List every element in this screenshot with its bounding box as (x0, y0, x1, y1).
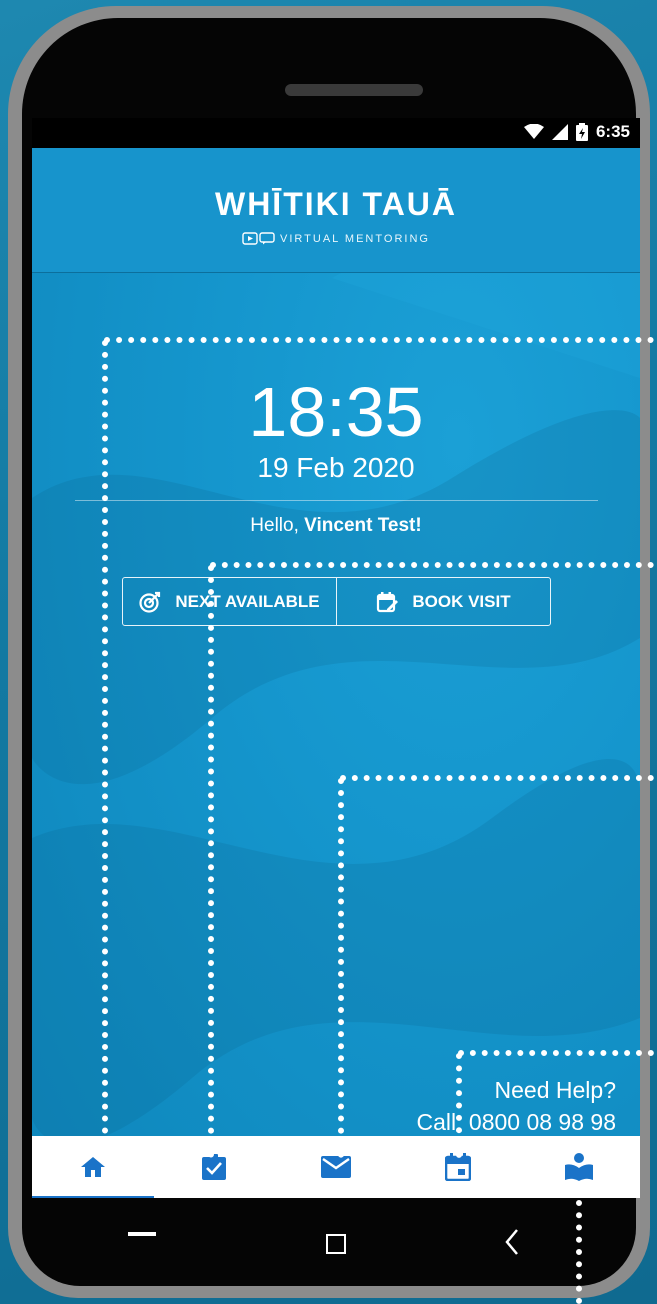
annotation-line (208, 565, 214, 1158)
recents-button[interactable] (128, 1232, 156, 1236)
clock-time: 18:35 (248, 373, 424, 451)
calendar-edit-icon (377, 591, 399, 612)
target-icon (139, 591, 161, 613)
battery-icon (575, 123, 588, 141)
annotation-line (338, 778, 344, 1158)
bottom-navigation (32, 1136, 640, 1198)
system-navigation-bar (32, 1198, 640, 1288)
app-screen: 6:35 WHĪTIKI TAUĀ VIRTUAL MENTORING 18:3… (32, 118, 640, 1198)
annotation-line (458, 1050, 654, 1056)
book-visit-button[interactable]: BOOK VISIT (336, 578, 550, 625)
next-available-label: NEXT AVAILABLE (175, 591, 320, 611)
user-name: Vincent Test! (304, 515, 422, 536)
back-button[interactable] (504, 1228, 520, 1256)
help-title: Need Help? (494, 1077, 616, 1103)
clock-date: 19 Feb 2020 (257, 452, 415, 483)
annotation-line (102, 340, 108, 1158)
background-pattern (32, 158, 640, 1145)
mail-icon (320, 1156, 351, 1178)
nav-item-resources[interactable] (518, 1136, 640, 1198)
home-button[interactable] (326, 1234, 346, 1254)
status-time: 6:35 (595, 122, 630, 141)
annotation-line (210, 562, 654, 568)
annotation-line (104, 337, 654, 343)
greeting: Hello, Vincent Test! (32, 515, 640, 537)
app-header: WHĪTIKI TAUĀ VIRTUAL MENTORING (32, 148, 640, 273)
video-chat-icon (242, 232, 275, 245)
clipboard-check-icon (202, 1154, 227, 1180)
annotation-line (340, 775, 654, 781)
brand-subtitle: VIRTUAL MENTORING (32, 232, 640, 245)
book-reader-icon (565, 1153, 594, 1181)
next-available-button[interactable]: NEXT AVAILABLE (123, 578, 336, 625)
home-icon (80, 1157, 105, 1177)
divider (75, 500, 598, 501)
wifi-icon (523, 124, 544, 139)
nav-item-home[interactable] (32, 1136, 154, 1198)
nav-item-tasks[interactable] (154, 1136, 276, 1198)
annotation-line (456, 1053, 462, 1158)
signal-icon (551, 124, 568, 140)
action-button-group: NEXT AVAILABLE BOOK VISIT (122, 577, 551, 626)
greeting-prefix: Hello, (250, 515, 299, 536)
brand-logo: WHĪTIKI TAUĀ (214, 186, 458, 222)
help-info: Need Help? Call: 0800 08 98 98 (417, 1074, 617, 1138)
nav-item-messages[interactable] (275, 1136, 397, 1198)
help-phone[interactable]: Call: 0800 08 98 98 (417, 1106, 617, 1138)
subtitle-text: VIRTUAL MENTORING (280, 232, 430, 245)
status-bar: 6:35 (32, 118, 640, 148)
book-visit-label: BOOK VISIT (412, 591, 511, 611)
speaker-grille (285, 84, 423, 96)
